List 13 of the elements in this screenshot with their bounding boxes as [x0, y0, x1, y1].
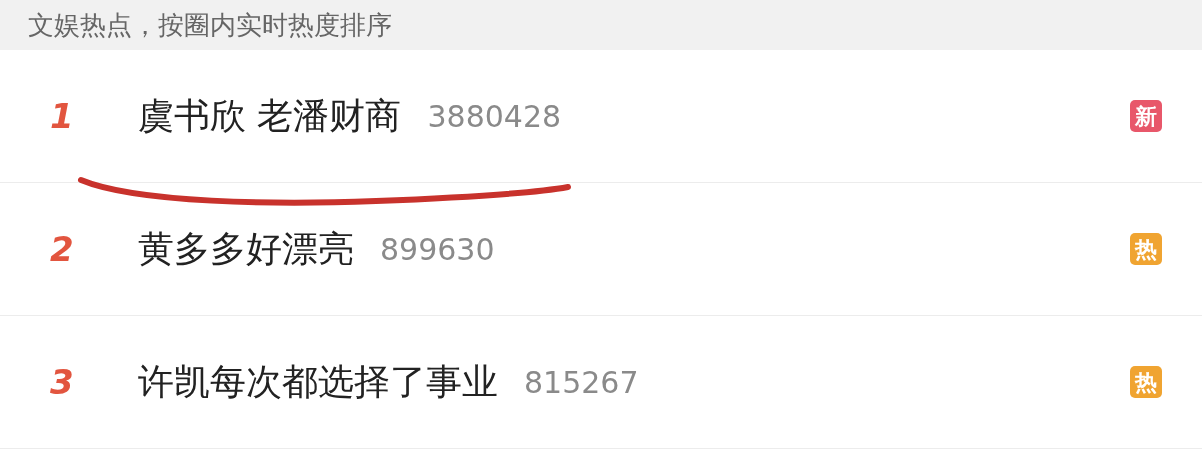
trend-title[interactable]: 黄多多好漂亮	[138, 222, 354, 276]
status-tag: 热	[1130, 366, 1162, 398]
rank-number: 2	[50, 227, 75, 271]
heat-count: 899630	[380, 230, 495, 269]
status-tag: 新	[1130, 100, 1162, 132]
rank-number: 1	[50, 94, 75, 138]
heat-count: 815267	[524, 363, 639, 402]
rank-number: 3	[50, 360, 75, 404]
trend-title[interactable]: 许凯每次都选择了事业	[138, 355, 498, 409]
trend-title[interactable]: 虞书欣 老潘财商	[138, 89, 402, 143]
status-tag: 热	[1130, 233, 1162, 265]
section-title: 文娱热点，按圈内实时热度排序	[28, 8, 392, 42]
heat-count: 3880428	[427, 97, 562, 136]
